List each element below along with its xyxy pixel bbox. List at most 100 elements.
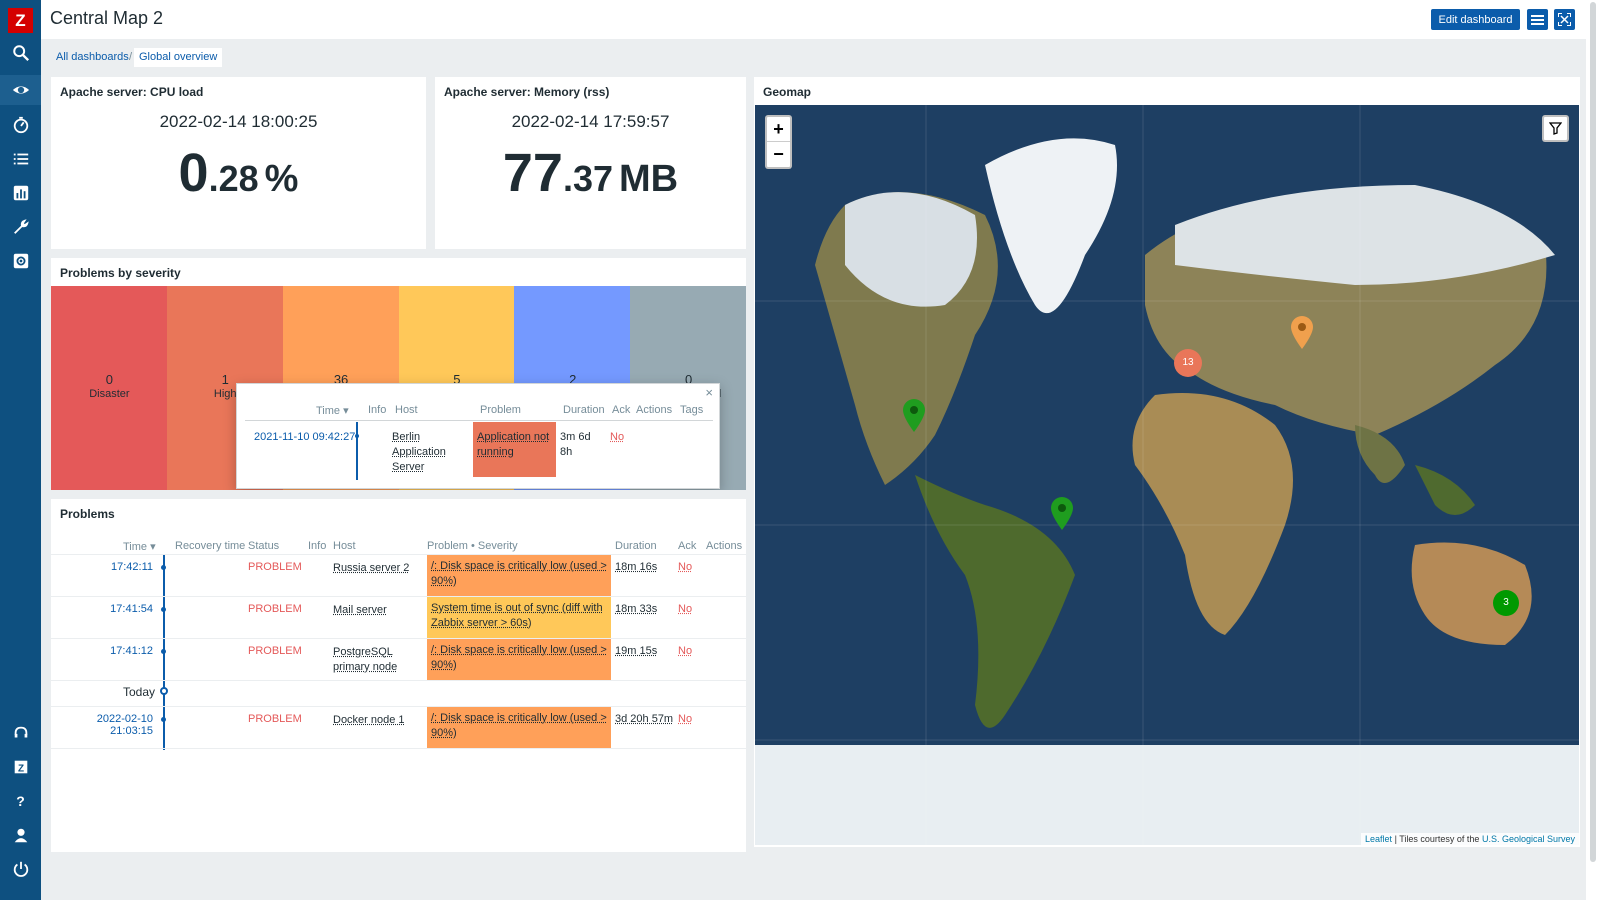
reports-chart-icon[interactable] xyxy=(0,178,41,208)
search-icon[interactable] xyxy=(0,38,41,68)
problem-time-link[interactable]: 17:41:54 xyxy=(53,603,153,615)
support-headset-icon[interactable] xyxy=(0,718,41,748)
problem-line: 90%) xyxy=(431,575,457,587)
host-line: Application xyxy=(392,446,446,458)
item-timestamp: 2022-02-14 17:59:57 xyxy=(511,112,670,131)
memory-widget: Apache server: Memory (rss) 2022-02-14 1… xyxy=(435,77,746,249)
value-unit: MB xyxy=(619,158,679,200)
fullscreen-icon[interactable] xyxy=(1554,9,1575,30)
user-icon[interactable] xyxy=(0,820,41,850)
problem-line: Application not xyxy=(477,431,550,443)
host-link[interactable]: Berlin Application Server xyxy=(392,430,446,475)
monitoring-eye-icon[interactable] xyxy=(0,75,41,105)
col-ack: Ack xyxy=(678,540,697,552)
zoom-out-button[interactable]: − xyxy=(767,142,790,167)
map-marker-orange[interactable] xyxy=(1291,316,1313,350)
status-badge: PROBLEM xyxy=(248,645,302,657)
problem-name[interactable]: System time is out of sync (diff with Zab… xyxy=(427,597,611,638)
host-link[interactable]: Russia server 2 xyxy=(333,561,409,576)
map-canvas[interactable]: 13 3 + − Leaflet | Tiles courtesy of the… xyxy=(755,105,1579,845)
problem-name[interactable]: /: Disk space is critically low (used > 9… xyxy=(427,555,611,596)
breadcrumb-all-dashboards[interactable]: All dashboards xyxy=(51,48,134,67)
problem-line: Zabbix server > 60s) xyxy=(431,617,532,629)
inventory-list-icon[interactable] xyxy=(0,144,41,174)
edit-dashboard-button[interactable]: Edit dashboard xyxy=(1431,9,1520,30)
problem-line: /: Disk space is critically low (used > xyxy=(431,560,607,572)
filter-icon[interactable] xyxy=(1542,115,1569,142)
col-time[interactable]: Time ▾ xyxy=(123,540,156,553)
ack-link[interactable]: No xyxy=(678,603,692,615)
col-recovery-time: Recovery time xyxy=(175,540,246,552)
row-divider xyxy=(51,638,746,639)
zoom-control: + − xyxy=(765,115,792,169)
attribution-text: | Tiles courtesy of the xyxy=(1392,834,1482,844)
col-actions: Actions xyxy=(636,404,673,416)
problem-line: /: Disk space is critically low (used > xyxy=(431,644,607,656)
duration: 3d 20h 57m xyxy=(615,713,674,725)
breadcrumb-current[interactable]: Global overview xyxy=(134,48,223,67)
row-divider xyxy=(51,748,746,749)
timeline-dot xyxy=(355,434,359,438)
breadcrumb-separator: / xyxy=(129,51,133,63)
map-marker-green[interactable] xyxy=(1051,497,1073,531)
problem-name[interactable]: /: Disk space is critically low (used > 9… xyxy=(427,707,611,748)
problem-time-link[interactable]: 2022-02-10 21:03:15 xyxy=(53,713,153,737)
page-scrollbar[interactable] xyxy=(1586,0,1600,900)
ack-link[interactable]: No xyxy=(678,713,692,725)
close-icon[interactable]: × xyxy=(705,385,713,400)
geomap-widget: Geomap 13 3 + − Leaflet | Tiles courtesy… xyxy=(754,77,1580,847)
services-clock-icon[interactable] xyxy=(0,110,41,140)
timeline-dot xyxy=(161,565,166,570)
host-line: Berlin xyxy=(392,431,421,443)
header-divider xyxy=(51,554,746,555)
problem-time-link[interactable]: 17:41:12 xyxy=(53,645,153,657)
col-problem: Problem xyxy=(480,404,521,416)
problem-line: System time is out of sync (diff with xyxy=(431,602,603,614)
zabbix-logo[interactable]: Z xyxy=(8,8,33,33)
cluster-marker[interactable]: 3 xyxy=(1493,590,1519,616)
timeline-dot xyxy=(161,649,166,654)
col-ack: Ack xyxy=(612,404,631,416)
row-divider xyxy=(51,706,746,707)
row-divider xyxy=(51,596,746,597)
ack-link[interactable]: No xyxy=(678,561,692,573)
administration-gear-icon[interactable] xyxy=(0,246,41,276)
severity-block[interactable]: 0 Disaster xyxy=(51,286,168,490)
svg-text:Z: Z xyxy=(17,764,23,775)
host-line: Server xyxy=(392,461,425,473)
problem-time-link[interactable]: 17:42:11 xyxy=(53,561,153,573)
widget-title: Apache server: Memory (rss) xyxy=(444,85,610,99)
col-actions: Actions xyxy=(706,540,743,552)
item-value: 77.37 MB xyxy=(435,142,746,204)
problem-name[interactable]: Application not running xyxy=(473,422,556,477)
widget-title: Geomap xyxy=(763,85,812,99)
leaflet-link[interactable]: Leaflet xyxy=(1365,834,1392,844)
problem-name[interactable]: /: Disk space is critically low (used > 9… xyxy=(427,639,611,680)
data-collection-wrench-icon[interactable] xyxy=(0,212,41,242)
problem-line: /: Disk space is critically low (used > xyxy=(431,712,607,724)
ack-link[interactable]: No xyxy=(610,430,624,445)
page-title: Central Map 2 xyxy=(50,8,164,28)
col-time[interactable]: Time ▾ xyxy=(316,404,349,417)
scrollbar-thumb[interactable] xyxy=(1590,2,1596,862)
host-link[interactable]: Docker node 1 xyxy=(333,713,405,728)
problem-time-link[interactable]: 2021-11-10 09:42:27 xyxy=(254,430,355,445)
item-value: 0.28% xyxy=(51,142,426,204)
map-marker-green[interactable] xyxy=(903,399,925,433)
cpu-load-widget: Apache server: CPU load 2022-02-14 18:00… xyxy=(51,77,426,249)
item-timestamp: 2022-02-14 18:00:25 xyxy=(159,112,318,131)
logout-power-icon[interactable] xyxy=(0,854,41,884)
zoom-in-button[interactable]: + xyxy=(767,117,790,142)
host-link[interactable]: Mail server xyxy=(333,603,387,618)
col-tags: Tags xyxy=(680,404,704,416)
integrations-z-icon[interactable]: Z xyxy=(0,752,41,782)
cluster-marker[interactable]: 13 xyxy=(1174,349,1202,377)
timeline-line xyxy=(356,422,358,480)
host-link[interactable]: PostgreSQL primary node xyxy=(333,645,397,675)
menu-icon[interactable] xyxy=(1527,9,1548,30)
map-attribution: Leaflet | Tiles courtesy of the U.S. Geo… xyxy=(1361,833,1579,845)
ack-link[interactable]: No xyxy=(678,645,692,657)
help-icon[interactable]: ? xyxy=(0,786,41,816)
usgs-link[interactable]: U.S. Geological Survey xyxy=(1482,834,1575,844)
sidebar: Z Z ? xyxy=(0,0,41,900)
